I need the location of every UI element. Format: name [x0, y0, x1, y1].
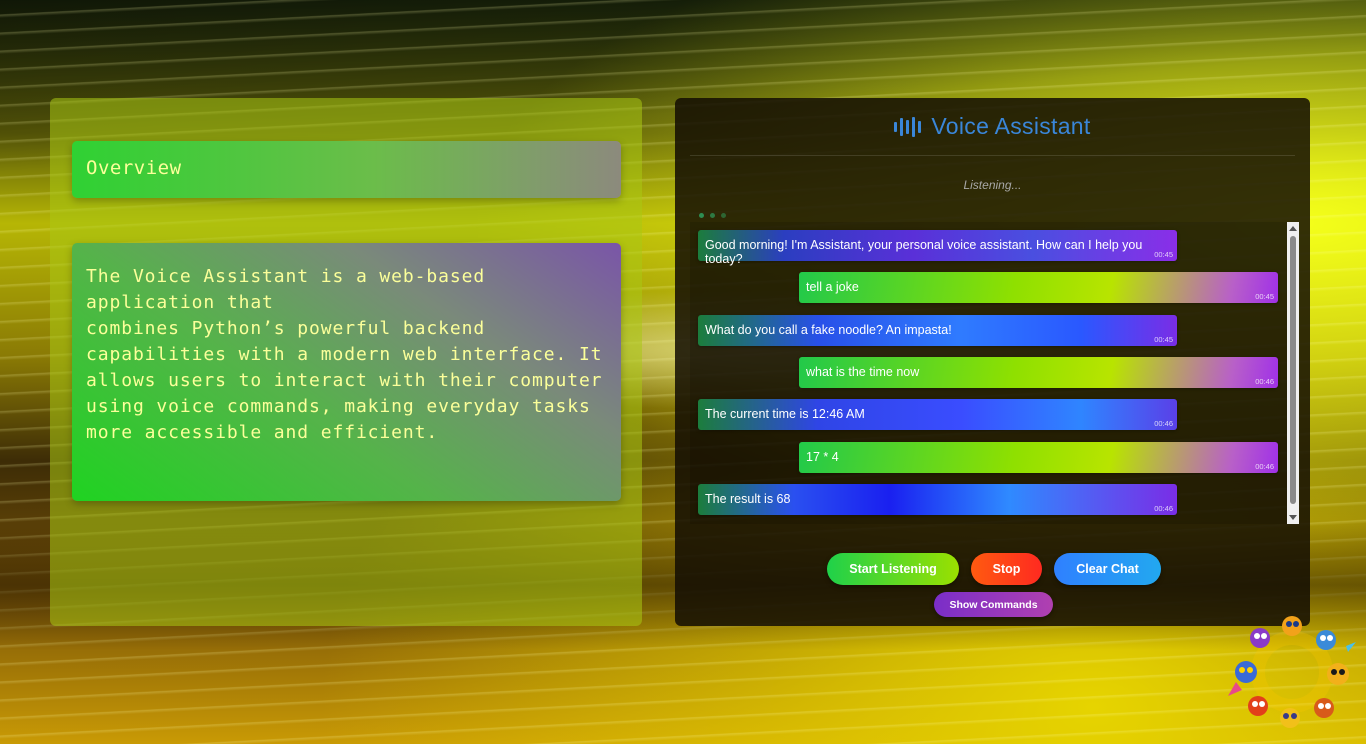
typing-indicator	[699, 213, 726, 218]
chat-message-bot: The current time is 12:46 AM 00:46	[698, 399, 1177, 430]
start-listening-button[interactable]: Start Listening	[827, 553, 959, 585]
message-text: The result is 68	[705, 492, 791, 506]
message-time: 00:46	[1255, 462, 1274, 471]
overview-description-card: The Voice Assistant is a web-based appli…	[72, 243, 621, 501]
message-time: 00:46	[1154, 504, 1173, 513]
overview-description-text: The Voice Assistant is a web-based appli…	[86, 266, 603, 443]
overview-header-card: Overview	[72, 141, 621, 198]
message-text: The current time is 12:46 AM	[705, 407, 865, 421]
scroll-up-arrow-icon[interactable]	[1289, 226, 1297, 231]
chat-message-user: 17 * 4 00:46	[799, 442, 1278, 473]
scroll-down-arrow-icon[interactable]	[1289, 515, 1297, 520]
message-text: 17 * 4	[806, 450, 839, 464]
sound-wave-icon	[894, 116, 922, 138]
chat-message-bot: Good morning! I'm Assistant, your person…	[698, 230, 1177, 266]
message-text: tell a joke	[806, 280, 859, 294]
scrollbar-thumb[interactable]	[1290, 236, 1296, 504]
message-time: 00:45	[1154, 250, 1173, 259]
robot-mascot-icon	[1228, 612, 1356, 730]
overview-title: Overview	[86, 157, 182, 179]
message-text: What do you call a fake noodle? An impas…	[705, 323, 952, 337]
voice-assistant-panel: Voice Assistant Listening... Good mornin…	[675, 98, 1310, 626]
message-time: 00:46	[1154, 419, 1173, 428]
message-time: 00:45	[1255, 292, 1274, 301]
chat-message-user: what is the time now 00:46	[799, 357, 1278, 388]
message-time: 00:46	[1255, 377, 1274, 386]
clear-chat-button[interactable]: Clear Chat	[1054, 553, 1161, 585]
overview-description: The Voice Assistant is a web-based appli…	[86, 264, 607, 446]
assistant-header: Voice Assistant	[690, 98, 1295, 156]
stop-button[interactable]: Stop	[971, 553, 1042, 585]
listening-status: Listening...	[963, 178, 1022, 192]
chat-container[interactable]: Good morning! I'm Assistant, your person…	[690, 222, 1299, 524]
chat-message-bot: The result is 68 00:46	[698, 484, 1177, 515]
chat-message-bot: What do you call a fake noodle? An impas…	[698, 315, 1177, 346]
chat-message-user: tell a joke 00:45	[799, 272, 1278, 303]
message-time: 00:45	[1154, 335, 1173, 344]
chat-scrollbar[interactable]	[1287, 222, 1299, 524]
message-text: what is the time now	[806, 365, 920, 379]
overview-panel: Overview The Voice Assistant is a web-ba…	[50, 98, 642, 626]
show-commands-button[interactable]: Show Commands	[934, 592, 1053, 617]
message-text: Good morning! I'm Assistant, your person…	[705, 238, 1143, 266]
assistant-title: Voice Assistant	[931, 113, 1091, 139]
